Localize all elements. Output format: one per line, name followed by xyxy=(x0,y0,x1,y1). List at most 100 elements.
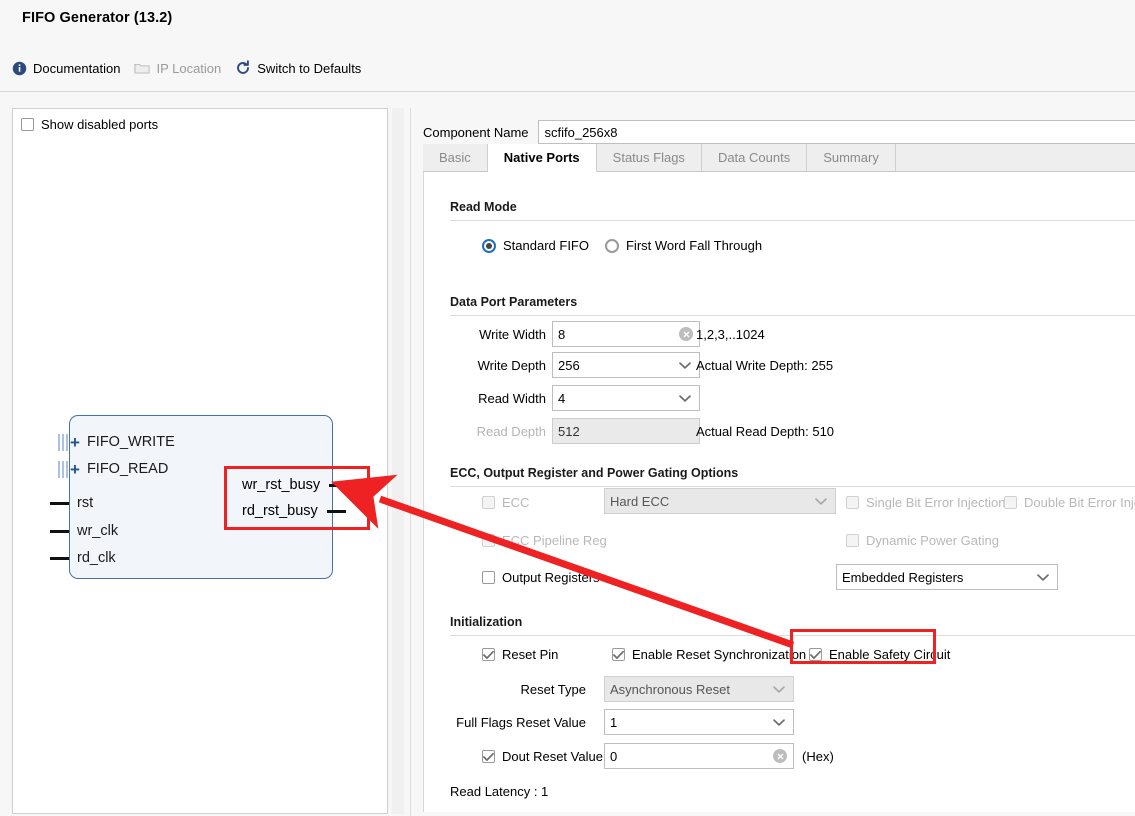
read-depth-value: 512 xyxy=(558,423,580,439)
dout-reset-value-checkbox[interactable] xyxy=(482,750,495,763)
header-linkbar: Documentation IP Location Switch to Defa… xyxy=(6,60,369,76)
enable-reset-synchronization-checkbox[interactable] xyxy=(612,648,625,661)
read-depth-input: 512 xyxy=(552,418,700,444)
read-mode-fwft[interactable]: First Word Fall Through xyxy=(604,238,763,253)
ecc-mode-select: Hard ECC xyxy=(604,488,836,514)
register-type-value: Embedded Registers xyxy=(842,569,964,585)
dout-reset-value-text: 0 xyxy=(610,748,618,764)
tab-data-counts[interactable]: Data Counts xyxy=(701,144,808,171)
bus-icon xyxy=(58,460,69,478)
configuration-panel: Component Name Basic Native Ports Status… xyxy=(410,108,1135,816)
ecc-checkbox-row: ECC xyxy=(482,495,529,510)
port-rst-label: rst xyxy=(77,495,94,511)
double-bit-error-injection-label: Double Bit Error Injection xyxy=(1024,495,1135,510)
switch-to-defaults-link-label: Switch to Defaults xyxy=(257,60,362,76)
enable-reset-synchronization-label: Enable Reset Synchronization xyxy=(632,647,807,662)
reset-pin-row[interactable]: Reset Pin xyxy=(482,647,558,662)
single-bit-error-injection-checkbox xyxy=(846,496,859,509)
data-port-parameters-section-title: Data Port Parameters xyxy=(450,295,578,309)
read-mode-standard-fifo[interactable]: Standard FIFO xyxy=(482,238,589,253)
reset-pin-checkbox[interactable] xyxy=(482,648,495,661)
double-bit-error-injection-row: Double Bit Error Injection xyxy=(1004,495,1135,510)
full-flags-reset-value: 1 xyxy=(610,714,618,730)
port-rd-clk-label: rd_clk xyxy=(77,550,116,566)
read-mode-section-title: Read Mode xyxy=(450,200,517,214)
read-width-label: Read Width xyxy=(478,391,546,406)
read-width-value: 4 xyxy=(558,390,566,406)
folder-icon xyxy=(134,61,151,75)
bus-icon xyxy=(58,433,69,451)
dout-reset-value-clear-icon[interactable] xyxy=(773,749,787,763)
full-flags-reset-value-label: Full Flags Reset Value xyxy=(456,715,586,730)
component-name-input[interactable] xyxy=(537,120,1135,144)
documentation-link[interactable]: Documentation xyxy=(6,61,128,76)
component-name-row: Component Name xyxy=(423,120,1135,144)
radio-standard-fifo-icon[interactable] xyxy=(482,238,496,253)
tab-status-flags[interactable]: Status Flags xyxy=(596,144,702,171)
port-wr-clk: wr_clk xyxy=(50,521,118,541)
switch-to-defaults-link[interactable]: Switch to Defaults xyxy=(229,60,369,76)
port-fifo-read-label: FIFO_READ xyxy=(86,461,169,477)
dynamic-power-gating-checkbox xyxy=(846,534,859,547)
read-depth-label: Read Depth xyxy=(476,424,546,439)
reset-pin-label: Reset Pin xyxy=(502,647,559,662)
dout-reset-value-input[interactable]: 0 xyxy=(604,743,794,769)
initialization-section-title: Initialization xyxy=(450,615,523,629)
fifo-generator-window: FIFO Generator (13.2) Documentation IP L… xyxy=(0,0,1135,816)
write-width-clear-icon[interactable] xyxy=(679,327,693,341)
window-header: FIFO Generator (13.2) Documentation IP L… xyxy=(0,0,1135,92)
tab-summary[interactable]: Summary xyxy=(807,144,896,171)
tabstrip: Basic Native Ports Status Flags Data Cou… xyxy=(423,144,1135,172)
read-latency-text: Read Latency : 1 xyxy=(450,784,549,799)
output-registers-checkbox[interactable] xyxy=(482,571,495,584)
pin-stub-icon xyxy=(50,529,69,533)
tab-basic[interactable]: Basic xyxy=(423,144,488,171)
port-rd-clk: rd_clk xyxy=(50,548,116,568)
dout-reset-value-row[interactable]: Dout Reset Value xyxy=(482,749,603,764)
data-port-parameters-divider xyxy=(450,315,1135,316)
ecc-label: ECC xyxy=(502,495,530,510)
full-flags-reset-value-select[interactable]: 1 xyxy=(604,709,794,735)
chevron-down-icon xyxy=(773,682,785,697)
chevron-down-icon xyxy=(815,494,827,509)
read-mode-standard-fifo-label: Standard FIFO xyxy=(503,238,589,253)
write-depth-label: Write Depth xyxy=(477,358,546,373)
enable-reset-synchronization-row[interactable]: Enable Reset Synchronization xyxy=(612,647,806,662)
port-fifo-write-label: FIFO_WRITE xyxy=(86,434,175,450)
ecc-checkbox xyxy=(482,496,495,509)
ecc-pipeline-reg-label: ECC Pipeline Reg xyxy=(502,533,607,548)
output-registers-row[interactable]: Output Registers xyxy=(482,570,600,585)
documentation-link-label: Documentation xyxy=(33,60,121,76)
expand-plus-icon[interactable]: + xyxy=(70,461,80,478)
port-fifo-write: + FIFO_WRITE xyxy=(58,432,175,452)
read-mode-divider xyxy=(450,220,1135,221)
dout-reset-value-label: Dout Reset Value xyxy=(502,749,603,764)
show-disabled-ports-label: Show disabled ports xyxy=(41,117,159,132)
read-mode-fwft-label: First Word Fall Through xyxy=(625,238,763,253)
highlight-box-rst-busy-ports xyxy=(224,466,370,530)
read-mode-radio-group: Standard FIFO First Word Fall Through xyxy=(482,238,778,253)
chevron-down-icon xyxy=(679,358,691,373)
read-width-select[interactable]: 4 xyxy=(552,385,700,411)
radio-fwft-icon[interactable] xyxy=(604,238,619,253)
expand-plus-icon[interactable]: + xyxy=(70,434,80,451)
ecc-pipeline-reg-row: ECC Pipeline Reg xyxy=(482,533,607,548)
write-width-value: 8 xyxy=(558,326,566,342)
write-width-label: Write Width xyxy=(479,327,546,342)
ip-location-link[interactable]: IP Location xyxy=(128,61,229,76)
write-width-input[interactable]: 8 xyxy=(552,321,700,347)
register-type-select[interactable]: Embedded Registers xyxy=(836,564,1058,590)
native-ports-tab-panel: Read Mode Standard FIFO First Word Fall … xyxy=(423,172,1135,812)
show-disabled-ports-row[interactable]: Show disabled ports xyxy=(21,117,158,132)
chevron-down-icon xyxy=(773,715,785,730)
ecc-section-divider xyxy=(450,486,1135,487)
write-depth-select[interactable]: 256 xyxy=(552,352,700,378)
chevron-down-icon xyxy=(1037,570,1049,585)
show-disabled-ports-checkbox[interactable] xyxy=(21,118,34,131)
dynamic-power-gating-label: Dynamic Power Gating xyxy=(866,533,999,548)
port-fifo-read: + FIFO_READ xyxy=(58,459,168,479)
page-title: FIFO Generator (13.2) xyxy=(22,10,173,26)
tab-native-ports[interactable]: Native Ports xyxy=(487,144,597,172)
write-width-hint: 1,2,3,..1024 xyxy=(696,327,765,342)
panel-splitter[interactable] xyxy=(392,108,404,814)
